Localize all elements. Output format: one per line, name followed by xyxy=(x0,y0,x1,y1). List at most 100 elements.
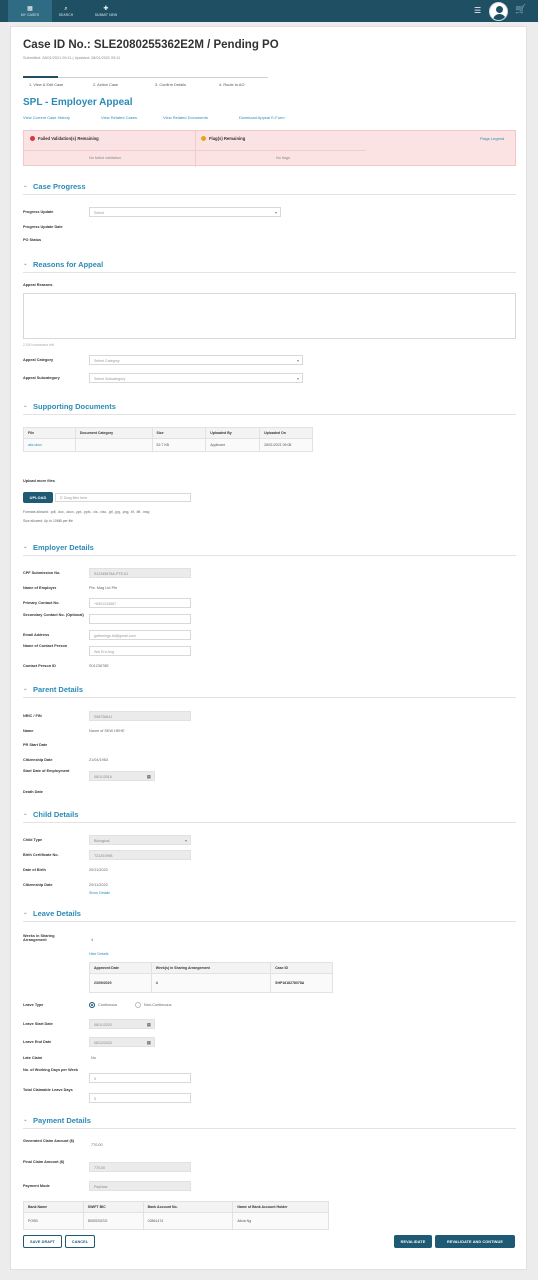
late-claim-value: No xyxy=(91,1056,96,1060)
child-type-select: Biological ▾ xyxy=(89,835,191,845)
nric-field: S9873661J xyxy=(89,711,191,721)
section-title: Supporting Documents xyxy=(33,402,116,411)
menu-icon[interactable]: ☰ xyxy=(474,5,481,17)
error-dot-icon xyxy=(30,136,35,141)
section-reasons-for-appeal[interactable]: ⌄ Reasons for Appeal xyxy=(23,260,516,273)
leave-type-label: Leave Type xyxy=(23,1003,44,1007)
documents-table: File Document Category Size Uploaded By … xyxy=(23,427,313,452)
nav-submit-new-label: SUBMIT NEW xyxy=(94,12,118,17)
section-payment-details[interactable]: ⌄ Payment Details xyxy=(23,1116,516,1129)
hide-details-link[interactable]: Hide Details xyxy=(89,952,108,956)
radio-non-continuous-label: Non-Continuous xyxy=(144,1003,172,1007)
col-bank-name: Bank Name xyxy=(23,1201,84,1213)
nav-submit-new[interactable]: ✚ SUBMIT NEW xyxy=(84,0,128,22)
calendar-icon[interactable]: ▦ xyxy=(147,1040,151,1046)
link-case-history[interactable]: View Current Case History xyxy=(23,115,70,120)
link-download-eform[interactable]: Download Appeal E-Form xyxy=(239,115,285,120)
cpf-submission-label: CPF Submission No. xyxy=(23,571,61,575)
top-navigation-bar: ▦ MY CASES ⌕ SEARCH ✚ SUBMIT NEW ☰ 🛒 xyxy=(0,0,538,22)
contact-person-field[interactable]: Wei Ern Ang xyxy=(89,646,191,656)
leave-end-field[interactable]: 08/12/2020 ▦ xyxy=(89,1037,155,1047)
revalidate-button[interactable]: REVALIDATE xyxy=(394,1235,432,1248)
document-category-cell xyxy=(74,438,153,452)
step-action-case[interactable]: 2. Action Case xyxy=(93,82,118,87)
chevron-down-icon: ▾ xyxy=(274,210,277,215)
employer-name-value: Pte. Mag Ltd Pte xyxy=(89,586,118,590)
child-citizenship-label: Citizenship Date xyxy=(23,883,53,887)
radio-continuous[interactable] xyxy=(89,1002,95,1008)
appeal-category-select[interactable]: Select Category ▾ xyxy=(89,355,303,365)
stepper-active xyxy=(23,76,58,78)
section-case-progress[interactable]: ⌄ Case Progress xyxy=(23,182,516,195)
account-holder-cell: Alicia Ng xyxy=(232,1212,329,1230)
chars-left: 2,000 characters left xyxy=(23,343,54,347)
start-employment-label: Start Date of Employment xyxy=(23,769,70,773)
appeal-reasons-textarea[interactable] xyxy=(23,293,516,339)
appeal-title: SPL - Employer Appeal xyxy=(23,97,133,108)
primary-contact-field[interactable]: +6591234567 xyxy=(89,598,191,608)
dob-value: 20/11/2020 xyxy=(89,868,108,872)
swift-bic-cell: DBSSSGSG xyxy=(82,1212,144,1230)
col-file: File xyxy=(23,427,76,439)
secondary-contact-field[interactable] xyxy=(89,614,191,624)
upload-button[interactable]: UPLOAD xyxy=(23,492,53,503)
email-field[interactable]: gatherings.ltd@gmail.com xyxy=(89,630,191,640)
section-child-details[interactable]: ⌄ Child Details xyxy=(23,810,516,823)
document-file-link[interactable]: abc.docx xyxy=(23,438,76,452)
progress-update-label: Progress Update xyxy=(23,210,54,214)
calendar-icon[interactable]: ▦ xyxy=(147,1022,151,1028)
primary-contact-label: Primary Contact No. xyxy=(23,601,60,605)
calendar-icon[interactable]: ▦ xyxy=(147,774,151,780)
approved-date-cell: 23/09/2020 xyxy=(89,973,152,993)
leave-start-field[interactable]: 08/11/2020 ▦ xyxy=(89,1019,155,1029)
nav-search[interactable]: ⌕ SEARCH xyxy=(44,0,88,22)
appeal-subcategory-select[interactable]: Select Subcategory ▾ xyxy=(89,373,303,383)
section-leave-details[interactable]: ⌄ Leave Details xyxy=(23,909,516,922)
payment-mode-label: Payment Mode xyxy=(23,1184,50,1188)
link-related-documents[interactable]: View Related Documents xyxy=(163,115,208,120)
claimable-days-label: Total Claimable Leave Days xyxy=(23,1088,73,1092)
table-row: abc.docx 52.7 KB Applicant 28/01/2021 09… xyxy=(23,438,313,452)
col-case-id: Case ID xyxy=(270,962,333,974)
cart-icon[interactable]: 🛒 xyxy=(515,4,526,15)
document-uploaded-on-cell: 28/01/2021 09:08 xyxy=(259,438,313,452)
flags-legend-link[interactable]: Flags Legend xyxy=(480,136,504,141)
file-dropzone[interactable]: ⎘ Drag files here xyxy=(55,493,191,502)
start-employment-field: 08/11/2016 ▦ xyxy=(89,771,155,781)
citizenship-date-label: Citizenship Date xyxy=(23,758,53,762)
revalidate-continue-button[interactable]: REVALIDATE AND CONTINUE xyxy=(435,1235,515,1248)
progress-update-date-label: Progress Update Date xyxy=(23,225,63,229)
contact-person-label: Name of Contact Person xyxy=(23,644,68,648)
secondary-contact-label: Secondary Contact No. (Optional) xyxy=(23,613,84,617)
save-draft-button[interactable]: SAVE DRAFT xyxy=(23,1235,62,1248)
po-status-label: PO Status xyxy=(23,238,42,242)
link-related-cases[interactable]: View Related Cases xyxy=(101,115,137,120)
avatar[interactable] xyxy=(489,2,508,21)
step-confirm-details[interactable]: 3. Confirm Details xyxy=(155,82,186,87)
stepper-track xyxy=(23,77,268,78)
page-title: Case ID No.: SLE2080255362E2M / Pending … xyxy=(23,39,279,51)
chevron-down-icon: ⌄ xyxy=(23,544,28,550)
section-supporting-documents[interactable]: ⌄ Supporting Documents xyxy=(23,402,516,415)
progress-update-select[interactable]: Select ▾ xyxy=(89,207,281,217)
validation-alert: Failed Validation(s) Remaining Flag(s) R… xyxy=(23,130,516,167)
flags-title: Flag(s) Remaining xyxy=(209,136,246,141)
cancel-button[interactable]: CANCEL xyxy=(65,1235,95,1248)
sharing-table: Approved Date Week(s) in Sharing Arrange… xyxy=(89,962,333,993)
sharing-weeks-value: 4 xyxy=(91,938,94,942)
section-employer-details[interactable]: ⌄ Employer Details xyxy=(23,543,516,556)
appeal-reasons-label: Appeal Reasons xyxy=(23,283,53,287)
upload-more-label: Upload more files xyxy=(23,479,55,483)
section-title: Child Details xyxy=(33,810,79,819)
step-view-edit[interactable]: 1. View & Edit Case xyxy=(29,82,63,87)
step-route-ao[interactable]: 4. Route to AO xyxy=(219,82,245,87)
radio-non-continuous[interactable] xyxy=(135,1002,141,1008)
document-uploaded-by-cell: Applicant xyxy=(205,438,261,452)
cpf-submission-field: S12345678A-PTE-01 xyxy=(89,568,191,578)
show-details-link[interactable]: Show Details xyxy=(89,891,110,895)
working-days-field[interactable]: 5 xyxy=(89,1073,191,1083)
late-claim-label: Late Claim xyxy=(23,1056,43,1060)
claimable-days-field[interactable]: 5 xyxy=(89,1093,191,1103)
section-parent-details[interactable]: ⌄ Parent Details xyxy=(23,685,516,698)
citizenship-date-value: 21/04/1983 xyxy=(89,758,109,762)
